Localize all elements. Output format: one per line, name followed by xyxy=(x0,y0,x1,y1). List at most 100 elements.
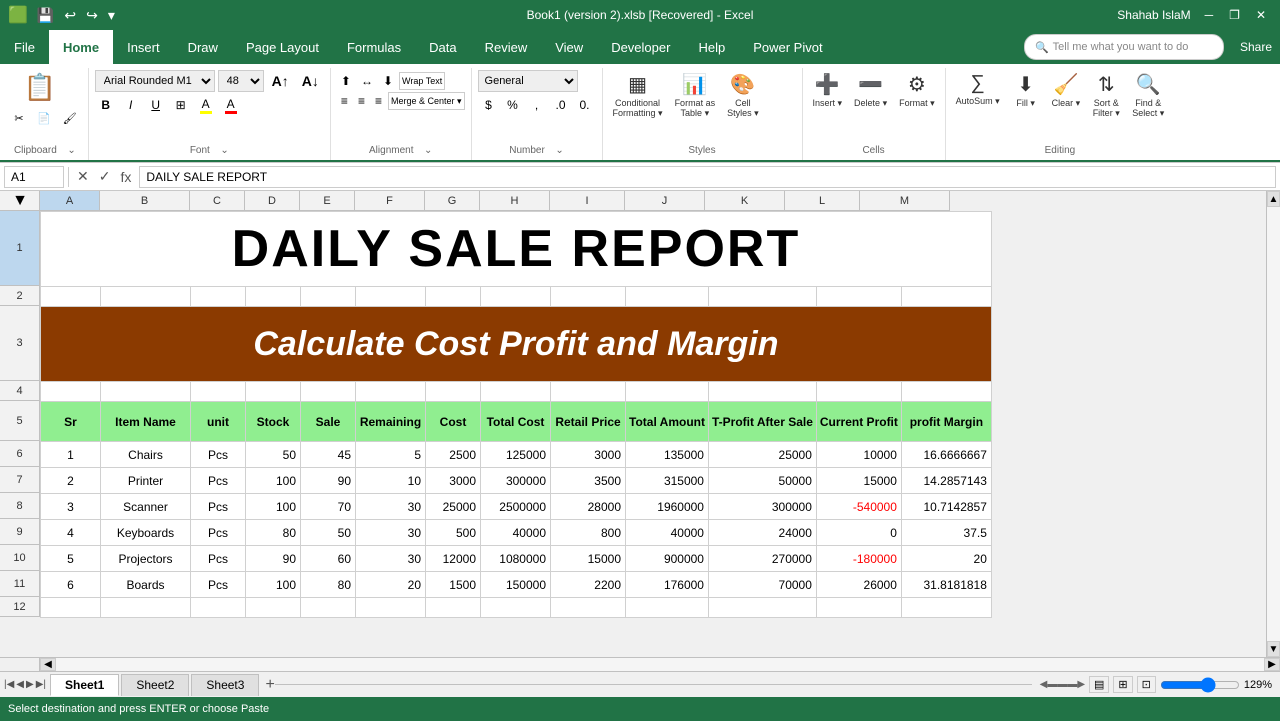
table-cell[interactable] xyxy=(426,382,481,402)
table-cell[interactable]: 90 xyxy=(246,546,301,572)
table-cell[interactable]: 300000 xyxy=(481,468,551,494)
table-cell[interactable]: 80 xyxy=(301,572,356,598)
restore-btn[interactable]: ❐ xyxy=(1223,6,1246,24)
select-all-btn[interactable]: ▼ xyxy=(0,191,40,211)
table-cell[interactable]: 12000 xyxy=(426,546,481,572)
table-cell[interactable]: 10 xyxy=(356,468,426,494)
table-cell[interactable]: 100 xyxy=(246,468,301,494)
undo-btn[interactable]: ↩ xyxy=(61,5,79,26)
table-cell[interactable] xyxy=(481,598,551,618)
formula-input[interactable] xyxy=(139,166,1276,188)
table-cell[interactable] xyxy=(901,382,991,402)
table-cell[interactable] xyxy=(301,382,356,402)
table-cell[interactable] xyxy=(356,287,426,307)
table-cell[interactable]: 10000 xyxy=(816,442,901,468)
col-header-M[interactable]: M xyxy=(860,191,950,211)
table-cell[interactable]: Current Profit xyxy=(816,402,901,442)
scroll-thumb-h[interactable] xyxy=(56,658,1264,671)
row-header-11[interactable]: 11 xyxy=(0,571,40,597)
align-right-btn[interactable]: ≡ xyxy=(371,92,386,110)
minimize-btn[interactable]: ─ xyxy=(1199,6,1220,24)
table-cell[interactable] xyxy=(101,287,191,307)
table-cell[interactable] xyxy=(101,382,191,402)
table-cell[interactable]: 90 xyxy=(301,468,356,494)
table-cell[interactable]: Total Cost xyxy=(481,402,551,442)
table-cell[interactable]: Stock xyxy=(246,402,301,442)
tab-view[interactable]: View xyxy=(541,30,597,64)
table-cell[interactable]: 300000 xyxy=(708,494,816,520)
redo-btn[interactable]: ↪ xyxy=(83,5,101,26)
page-layout-view-btn[interactable]: ⊞ xyxy=(1113,676,1132,693)
table-cell[interactable]: 30 xyxy=(356,494,426,520)
table-cell[interactable] xyxy=(901,598,991,618)
col-header-C[interactable]: C xyxy=(190,191,245,211)
table-cell[interactable] xyxy=(191,598,246,618)
autosum-btn[interactable]: ∑ AutoSum ▾ xyxy=(952,70,1004,109)
col-header-F[interactable]: F xyxy=(355,191,425,211)
table-cell[interactable] xyxy=(426,598,481,618)
table-cell[interactable]: 0 xyxy=(816,520,901,546)
italic-btn[interactable]: I xyxy=(120,94,142,116)
tab-help[interactable]: Help xyxy=(684,30,739,64)
table-cell[interactable]: Total Amount xyxy=(626,402,709,442)
sheet-nav-prev[interactable]: ◀ xyxy=(16,679,24,690)
sheet-nav-next[interactable]: ▶ xyxy=(26,679,34,690)
number-format-select[interactable]: General xyxy=(478,70,578,92)
row-header-6[interactable]: 6 xyxy=(0,441,40,467)
col-header-J[interactable]: J xyxy=(625,191,705,211)
table-cell[interactable]: Sr xyxy=(41,402,101,442)
delete-btn[interactable]: ➖ Delete ▾ xyxy=(850,70,891,111)
sheet-nav-first[interactable]: |◀ xyxy=(4,679,14,690)
table-cell[interactable]: -180000 xyxy=(816,546,901,572)
copy-btn[interactable]: 📄 xyxy=(32,107,56,129)
table-cell[interactable]: 3 xyxy=(41,494,101,520)
table-cell[interactable]: 28000 xyxy=(551,494,626,520)
table-cell[interactable]: Remaining xyxy=(356,402,426,442)
cell-styles-btn[interactable]: 🎨 CellStyles ▾ xyxy=(723,70,763,121)
col-header-I[interactable]: I xyxy=(550,191,625,211)
row-header-5[interactable]: 5 xyxy=(0,401,40,441)
table-cell[interactable]: 3000 xyxy=(426,468,481,494)
table-cell[interactable]: Item Name xyxy=(101,402,191,442)
align-left-btn[interactable]: ≡ xyxy=(337,92,352,110)
table-cell[interactable]: 24000 xyxy=(708,520,816,546)
table-cell[interactable]: Calculate Cost Profit and Margin xyxy=(41,307,992,382)
wrap-text-btn[interactable]: Wrap Text xyxy=(399,72,445,90)
table-cell[interactable]: 25000 xyxy=(426,494,481,520)
table-cell[interactable]: 1080000 xyxy=(481,546,551,572)
table-cell[interactable]: Pcs xyxy=(191,494,246,520)
table-cell[interactable]: 1 xyxy=(41,442,101,468)
table-cell[interactable]: 135000 xyxy=(626,442,709,468)
table-cell[interactable]: T-Profit After Sale xyxy=(708,402,816,442)
table-cell[interactable]: 10.7142857 xyxy=(901,494,991,520)
format-painter-btn[interactable]: 🖌 xyxy=(58,107,82,129)
font-name-select[interactable]: Arial Rounded M1 xyxy=(95,70,215,92)
table-cell[interactable]: 100 xyxy=(246,494,301,520)
col-header-G[interactable]: G xyxy=(425,191,480,211)
table-cell[interactable]: 50 xyxy=(301,520,356,546)
table-cell[interactable] xyxy=(41,598,101,618)
format-btn[interactable]: ⚙ Format ▾ xyxy=(895,70,939,111)
table-cell[interactable]: 15000 xyxy=(816,468,901,494)
percent-btn[interactable]: % xyxy=(502,94,524,116)
scroll-left-btn[interactable]: ◀ xyxy=(40,658,56,671)
scroll-up-btn[interactable]: ▲ xyxy=(1267,191,1280,207)
cancel-formula-btn[interactable]: ✕ xyxy=(73,168,93,185)
table-cell[interactable] xyxy=(551,598,626,618)
table-cell[interactable]: 70000 xyxy=(708,572,816,598)
col-header-E[interactable]: E xyxy=(300,191,355,211)
font-color-btn[interactable]: A xyxy=(220,94,242,116)
border-btn[interactable]: ⊞ xyxy=(170,94,192,116)
tab-data[interactable]: Data xyxy=(415,30,470,64)
table-cell[interactable]: 100 xyxy=(246,572,301,598)
table-cell[interactable]: 30 xyxy=(356,520,426,546)
table-cell[interactable]: 30 xyxy=(356,546,426,572)
tab-review[interactable]: Review xyxy=(471,30,542,64)
tab-page-layout[interactable]: Page Layout xyxy=(232,30,333,64)
table-cell[interactable]: 800 xyxy=(551,520,626,546)
table-cell[interactable]: Cost xyxy=(426,402,481,442)
align-middle-btn[interactable]: ↔ xyxy=(357,72,377,90)
table-cell[interactable]: Printer xyxy=(101,468,191,494)
table-cell[interactable]: 4 xyxy=(41,520,101,546)
table-cell[interactable]: Sale xyxy=(301,402,356,442)
